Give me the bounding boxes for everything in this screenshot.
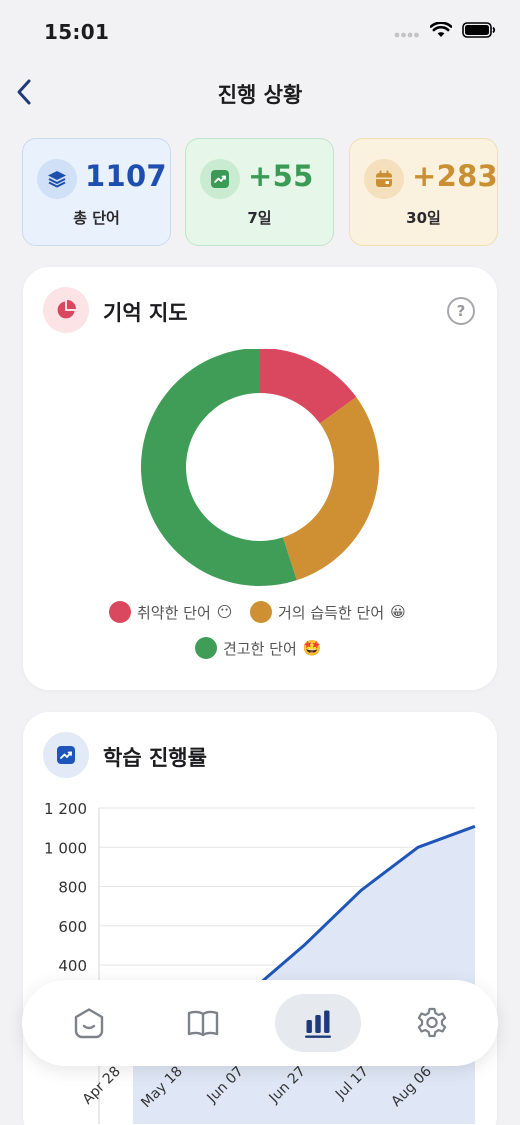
tab-stats[interactable] xyxy=(275,994,361,1052)
legend-item-almost: 거의 습득한 단어 😀 xyxy=(250,601,406,623)
calendar-icon xyxy=(364,159,404,199)
legend-dot xyxy=(109,601,131,623)
donut-slice-1 xyxy=(282,397,379,581)
legend-dot xyxy=(195,637,217,659)
progress-icon xyxy=(43,732,89,778)
monthly-words-card: +283 30일 xyxy=(349,138,498,246)
memory-map-card: 기억 지도 ? 취약한 단어 😶 거의 습득한 단어 😀 견고한 단어 🤩 xyxy=(23,267,497,690)
status-bar: 15:01 xyxy=(0,0,520,64)
help-button[interactable]: ? xyxy=(447,297,475,325)
home-icon xyxy=(74,1008,104,1039)
bar-chart-icon xyxy=(305,1010,331,1038)
x-tick-label: Apr 28 xyxy=(80,1064,124,1108)
legend-label: 취약한 단어 xyxy=(137,603,211,622)
stat-cards: 1107 총 단어 +55 7일 +283 30일 xyxy=(22,138,498,246)
nav-bar: 진행 상황 xyxy=(0,70,520,116)
legend-dot xyxy=(250,601,272,623)
layers-icon xyxy=(37,159,77,199)
memory-map-title: 기억 지도 xyxy=(103,301,188,325)
legend-item-weak: 취약한 단어 😶 xyxy=(109,601,232,623)
stat-label: 30일 xyxy=(406,209,441,227)
stat-value: +283 xyxy=(412,159,499,193)
progress-line-chart: 1 2001 000800600400Apr 28 May 18 Jun 07 Jun… xyxy=(44,800,476,1124)
signal-dots-icon xyxy=(394,23,420,42)
y-tick-label: 400 xyxy=(58,957,87,975)
weekly-words-card: +55 7일 xyxy=(185,138,334,246)
stat-value: 1107 xyxy=(85,159,167,193)
tab-book[interactable] xyxy=(160,994,246,1052)
memory-donut-chart xyxy=(141,349,379,586)
tab-bar xyxy=(22,980,498,1066)
settings-icon xyxy=(417,1007,447,1038)
tab-home[interactable] xyxy=(46,994,132,1052)
stat-value: +55 xyxy=(248,159,314,193)
legend-emoji: 😀 xyxy=(390,603,406,621)
legend-label: 거의 습득한 단어 xyxy=(278,603,385,622)
wifi-icon xyxy=(429,21,453,42)
status-time: 15:01 xyxy=(44,20,110,44)
legend-label: 견고한 단어 xyxy=(223,639,297,658)
y-tick-label: 1 000 xyxy=(44,839,87,857)
book-icon xyxy=(187,1010,219,1037)
pie-chart-icon xyxy=(43,287,89,333)
legend-item-solid: 견고한 단어 🤩 xyxy=(195,637,321,659)
trend-icon xyxy=(200,159,240,199)
battery-icon xyxy=(462,22,496,42)
learning-progress-title: 학습 진행률 xyxy=(103,746,207,770)
total-words-card: 1107 총 단어 xyxy=(22,138,171,246)
y-tick-label: 800 xyxy=(58,879,87,897)
stat-label: 7일 xyxy=(247,209,272,227)
page-title: 진행 상황 xyxy=(217,83,303,107)
legend-emoji: 🤩 xyxy=(302,639,322,657)
stat-label: 총 단어 xyxy=(73,209,120,227)
legend-emoji: 😶 xyxy=(216,603,233,621)
tab-settings[interactable] xyxy=(389,994,475,1052)
y-tick-label: 600 xyxy=(58,918,87,936)
y-tick-label: 1 200 xyxy=(44,800,87,818)
status-icons xyxy=(394,21,496,42)
